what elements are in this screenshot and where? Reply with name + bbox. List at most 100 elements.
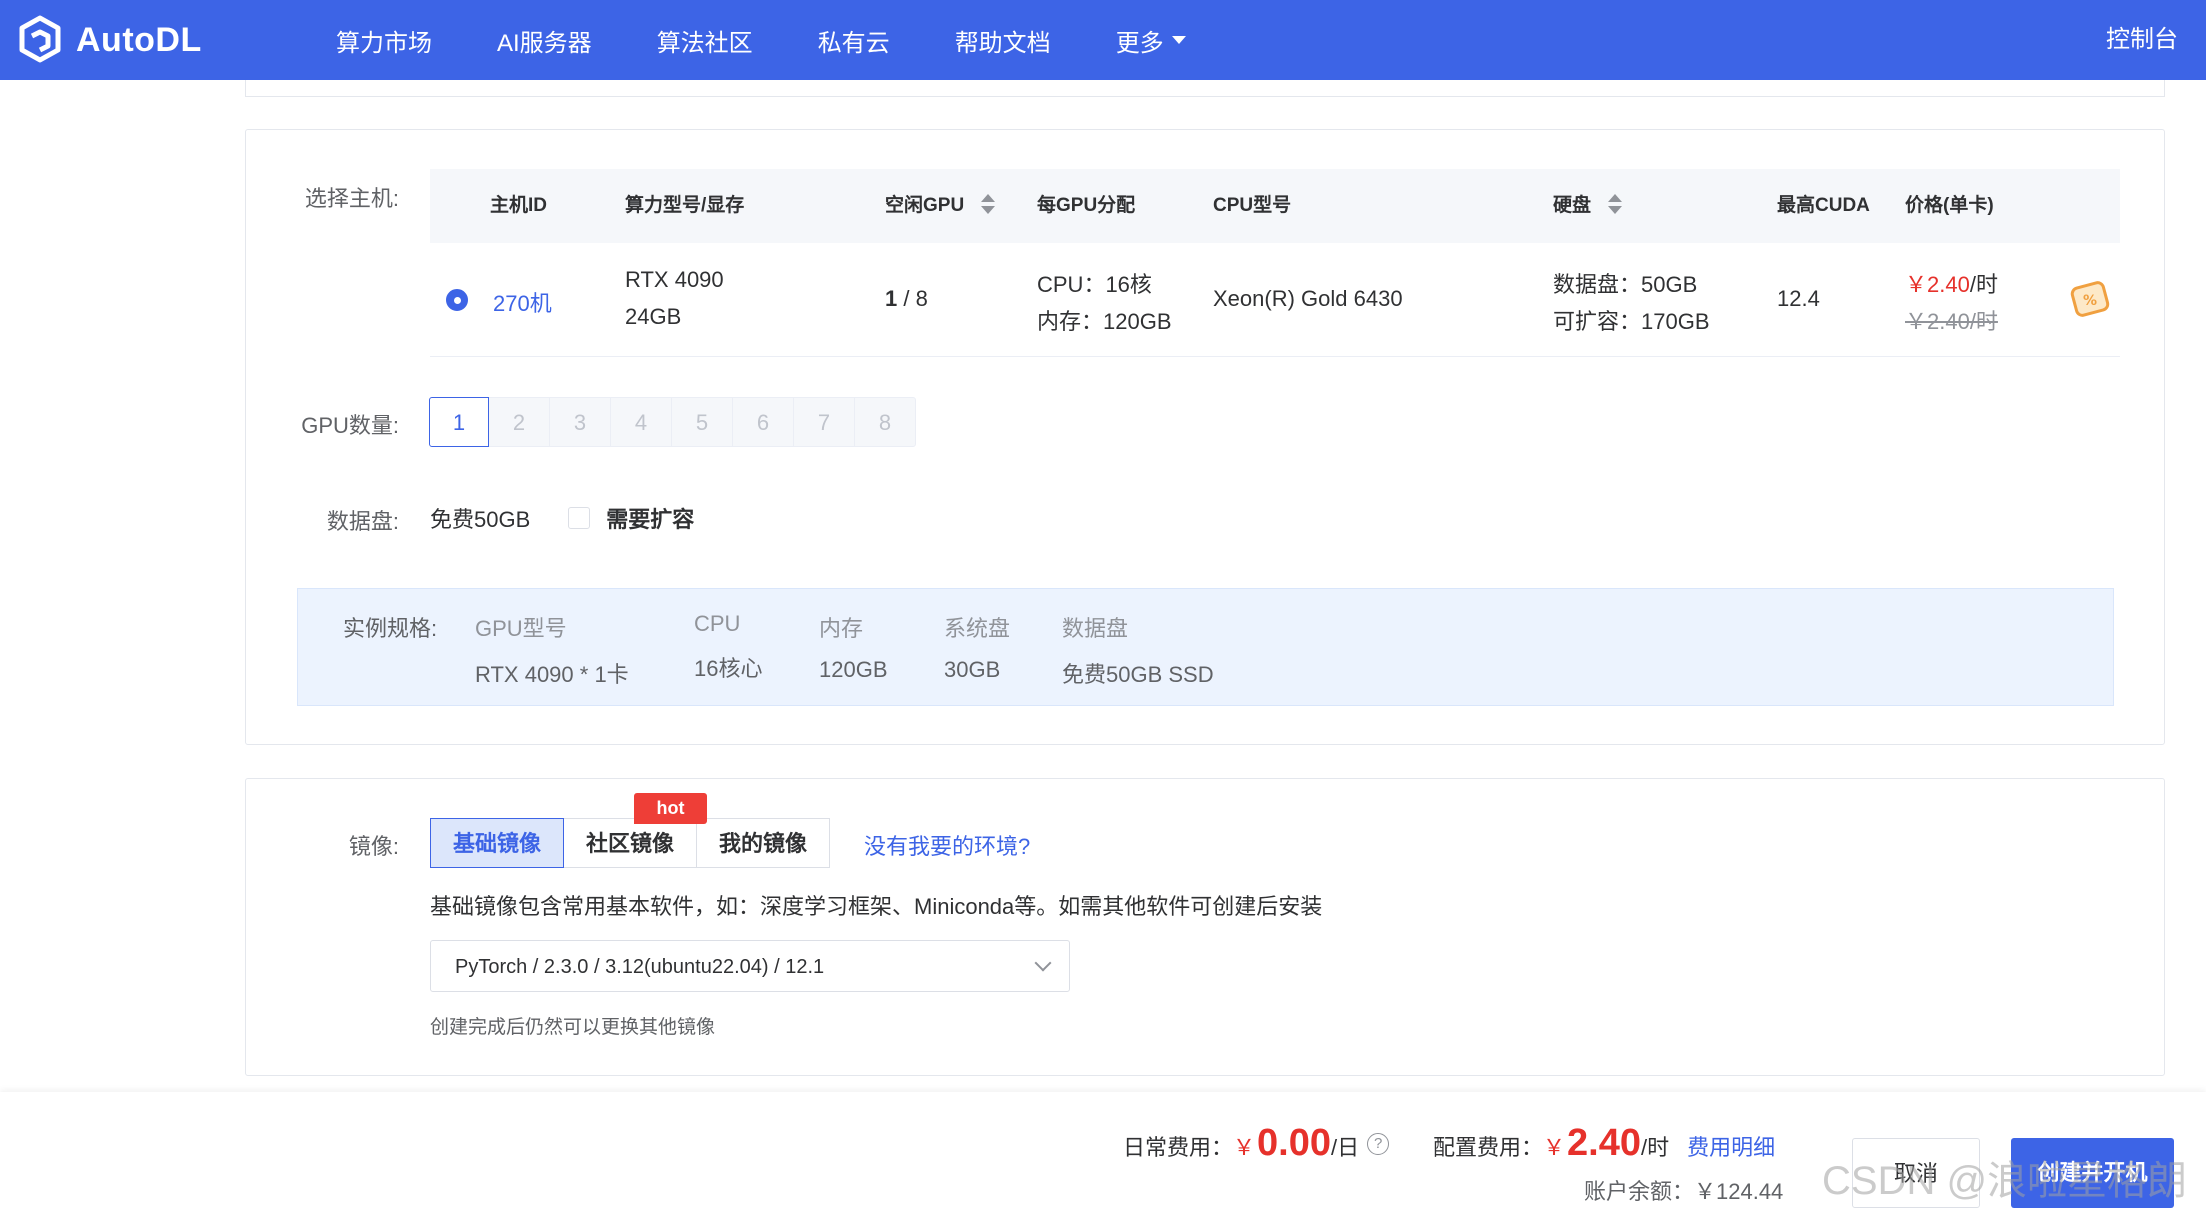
th-per-gpu: 每GPU分配 <box>1037 195 1136 216</box>
config-fee-unit: /时 <box>1641 1135 1670 1160</box>
help-icon[interactable]: ? <box>1367 1132 1390 1155</box>
spec-mem: 内存 120GB <box>819 611 888 683</box>
svg-text:%: % <box>2083 293 2097 309</box>
gpu-count-option-8[interactable]: 8 <box>854 397 916 447</box>
price: ￥2.40/时 <box>1905 267 1998 299</box>
nav-item-private-cloud[interactable]: 私有云 <box>818 23 890 58</box>
spec-cpu: CPU 16核心 <box>694 611 762 683</box>
image-label: 镜像: <box>348 834 399 859</box>
spec-cpu-key: CPU <box>694 611 741 636</box>
nav-item-community[interactable]: 算法社区 <box>657 23 753 58</box>
gpu-count-option-4[interactable]: 4 <box>610 397 672 447</box>
cpu-model: Xeon(R) Gold 6430 <box>1213 286 1403 311</box>
th-free-gpu[interactable]: 空闲GPU <box>885 169 996 243</box>
daily-fee: 日常费用： ￥ 0.00 /日 ? <box>1123 1122 1390 1165</box>
spec-data-disk: 数据盘 免费50GB SSD <box>1062 611 1214 689</box>
daily-fee-value: 0.00 <box>1257 1122 1331 1164</box>
daily-fee-label: 日常费用： <box>1123 1135 1234 1160</box>
cuda-version: 12.4 <box>1777 286 1820 311</box>
spec-mem-value: 120GB <box>819 657 888 682</box>
config-fee-value: 2.40 <box>1567 1122 1641 1164</box>
account-balance: 账户余额：￥124.44 <box>1584 1179 1784 1204</box>
th-host-id: 主机ID <box>490 195 548 216</box>
data-disk-label: 数据盘: <box>326 509 399 534</box>
spec-label: 实例规格: <box>343 616 438 641</box>
brand-logo[interactable]: AutoDL <box>14 8 202 72</box>
th-cpu-model: CPU型号 <box>1213 195 1292 216</box>
gpu-count-selector: 1 2 3 4 5 6 7 8 <box>429 397 916 447</box>
gpu-count-label: GPU数量: <box>301 413 399 438</box>
image-select-value: PyTorch / 2.3.0 / 3.12(ubuntu22.04) / 12… <box>455 956 825 978</box>
th-disk[interactable]: 硬盘 <box>1553 169 1623 243</box>
fee-detail-link[interactable]: 费用明细 <box>1687 1130 1775 1162</box>
host-config-card: 选择主机: 主机ID 算力型号/显存 空闲GPU 每GPU分配 CPU型号 硬盘… <box>245 129 2165 745</box>
tab-community-image[interactable]: 社区镜像 <box>563 818 698 868</box>
free-gpu: 1 / 8 <box>885 286 928 312</box>
discount-tag-icon: % <box>2070 281 2110 317</box>
spec-gpu-value: RTX 4090 * 1卡 <box>475 662 629 687</box>
cpu-alloc: CPU：16核 <box>1037 272 1152 297</box>
expand-checkbox[interactable] <box>568 507 591 529</box>
gpu-model: RTX 4090 <box>625 267 724 292</box>
image-select[interactable]: PyTorch / 2.3.0 / 3.12(ubuntu22.04) / 12… <box>430 940 1070 992</box>
gpu-count-option-2[interactable]: 2 <box>488 397 550 447</box>
autodl-logo-icon <box>19 15 61 63</box>
sort-icon[interactable] <box>981 193 996 214</box>
th-disk-label: 硬盘 <box>1553 195 1592 216</box>
price-value: ￥2.40 <box>1905 272 1970 297</box>
spec-data-disk-key: 数据盘 <box>1062 616 1129 641</box>
spec-gpu: GPU型号 RTX 4090 * 1卡 <box>475 611 629 689</box>
table-row[interactable]: 270机 RTX 4090 24GB 1 / 8 CPU：16核 内存：120G… <box>430 243 2120 357</box>
th-price: 价格(单卡) <box>1905 195 1994 216</box>
gpu-count-option-6[interactable]: 6 <box>732 397 794 447</box>
image-tabs: 基础镜像 社区镜像 我的镜像 <box>430 818 831 868</box>
gpu-count-option-7[interactable]: 7 <box>793 397 855 447</box>
instance-spec-panel: 实例规格: GPU型号 RTX 4090 * 1卡 CPU 16核心 内存 12… <box>297 588 2114 706</box>
nav-item-docs[interactable]: 帮助文档 <box>955 23 1051 58</box>
console-link[interactable]: 控制台 <box>2106 0 2178 80</box>
free-gpu-total: / 8 <box>903 286 928 311</box>
spec-cpu-value: 16核心 <box>694 656 763 681</box>
expandable-size: 可扩容：170GB <box>1553 309 1710 334</box>
tab-base-image[interactable]: 基础镜像 <box>430 818 565 868</box>
main-nav: 算力市场 AI服务器 算法社区 私有云 帮助文档 更多 <box>336 0 1251 80</box>
gpu-count-option-1[interactable]: 1 <box>429 397 489 447</box>
th-gpu-model: 算力型号/显存 <box>625 195 745 216</box>
watermark: CSDN @浪啦星格朗 <box>1822 1159 2188 1203</box>
sort-icon[interactable] <box>1608 193 1623 214</box>
config-fee: 配置费用： ￥ 2.40 /时 费用明细 <box>1433 1122 1775 1165</box>
gpu-count-option-5[interactable]: 5 <box>671 397 733 447</box>
nav-item-market[interactable]: 算力市场 <box>336 23 432 58</box>
no-env-link[interactable]: 没有我要的环境? <box>864 829 1030 861</box>
price-unit: /时 <box>1969 272 1998 297</box>
host-table-header: 主机ID 算力型号/显存 空闲GPU 每GPU分配 CPU型号 硬盘 最高CUD… <box>430 169 2120 243</box>
host-label: 选择主机: <box>304 186 399 211</box>
daily-fee-currency: ￥ <box>1233 1135 1256 1160</box>
host-radio[interactable] <box>446 289 468 311</box>
nav-item-ai-server[interactable]: AI服务器 <box>497 23 592 58</box>
spec-mem-key: 内存 <box>819 616 864 641</box>
th-free-gpu-label: 空闲GPU <box>885 195 965 216</box>
image-config-card: 镜像: hot 基础镜像 社区镜像 我的镜像 没有我要的环境? 基础镜像包含常用… <box>245 778 2165 1076</box>
previous-card-edge <box>245 80 2165 97</box>
host-id-link[interactable]: 270机 <box>493 286 552 318</box>
free-gpu-count: 1 <box>885 286 898 311</box>
mem-alloc: 内存：120GB <box>1037 309 1172 334</box>
image-description: 基础镜像包含常用基本软件，如：深度学习框架、Miniconda等。如需其他软件可… <box>430 894 1323 919</box>
spec-gpu-key: GPU型号 <box>475 616 567 641</box>
spec-sys-disk-key: 系统盘 <box>944 616 1011 641</box>
th-cuda: 最高CUDA <box>1777 195 1870 216</box>
data-disk-row: 免费50GB 需要扩容 <box>430 502 694 534</box>
data-disk-free: 免费50GB <box>430 507 531 532</box>
nav-more-label: 更多 <box>1115 29 1164 57</box>
data-disk-size: 数据盘：50GB <box>1553 272 1698 297</box>
caret-down-icon <box>1171 36 1186 44</box>
nav-item-more[interactable]: 更多 <box>1116 23 1186 58</box>
config-fee-label: 配置费用： <box>1433 1135 1544 1160</box>
image-hint: 创建完成后仍然可以更换其他镜像 <box>430 1017 716 1038</box>
tab-my-image[interactable]: 我的镜像 <box>696 818 831 868</box>
expand-label[interactable]: 需要扩容 <box>606 502 694 534</box>
host-table: 主机ID 算力型号/显存 空闲GPU 每GPU分配 CPU型号 硬盘 最高CUD… <box>430 169 2120 357</box>
daily-fee-unit: /日 <box>1331 1135 1360 1160</box>
gpu-count-option-3[interactable]: 3 <box>549 397 611 447</box>
